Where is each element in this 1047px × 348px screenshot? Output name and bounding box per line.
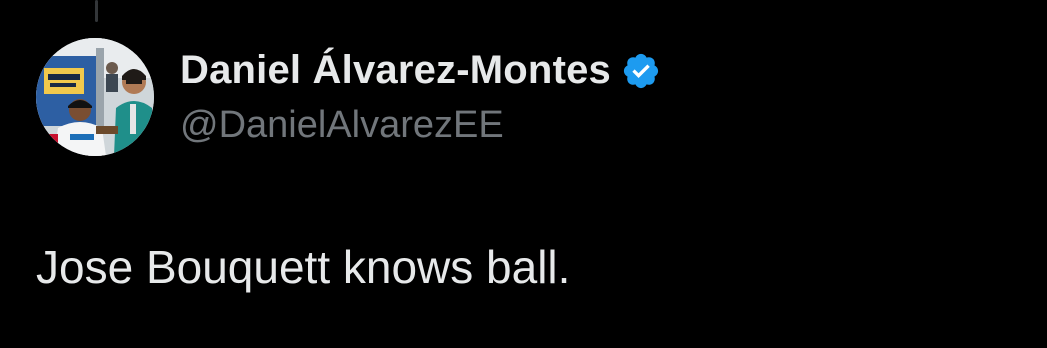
author-info[interactable]: Daniel Álvarez-Montes [180, 48, 661, 93]
thread-connector-line [95, 0, 98, 22]
author-handle[interactable]: @DanielAlvarezEE [180, 104, 504, 147]
tweet-text: Jose Bouquett knows ball. [36, 241, 571, 293]
author-display-name[interactable]: Daniel Álvarez-Montes [180, 48, 611, 93]
author-avatar[interactable] [36, 38, 154, 156]
verified-badge-icon [621, 51, 661, 91]
avatar-photo-icon [36, 38, 154, 156]
